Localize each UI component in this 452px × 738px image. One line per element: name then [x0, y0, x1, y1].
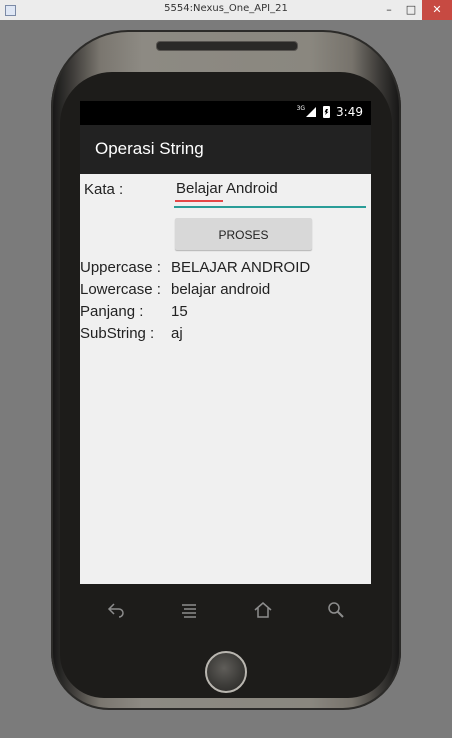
uppercase-label: Uppercase : [80, 259, 161, 276]
menu-icon[interactable] [173, 595, 205, 625]
hardware-nav-bar [80, 584, 371, 640]
app-content: Kata : Belajar Android PROSES Uppercase … [80, 174, 371, 584]
network-type: 3G [296, 104, 306, 112]
app-title: Operasi String [95, 139, 204, 158]
speaker-grille [156, 41, 298, 51]
lowercase-label: Lowercase : [80, 281, 161, 298]
home-icon[interactable] [247, 595, 279, 625]
kata-input-value[interactable]: Belajar Android [174, 180, 366, 197]
minimize-button[interactable]: – [378, 0, 400, 20]
result-lowercase-row: Lowercase : belajar android [80, 281, 371, 301]
result-uppercase-row: Uppercase : BELAJAR ANDROID [80, 259, 371, 279]
signal-icon [306, 107, 317, 117]
home-hardware-button[interactable] [205, 651, 247, 693]
action-bar: Operasi String [80, 125, 371, 174]
maximize-button[interactable]: □ [400, 0, 422, 20]
status-icons: 3G 3:49 [296, 104, 363, 120]
window-controls: – □ ✕ [378, 0, 452, 20]
status-bar: 3G 3:49 [80, 101, 371, 125]
spellcheck-underline [175, 200, 223, 202]
substring-value: aj [171, 325, 183, 342]
search-icon[interactable] [320, 595, 352, 625]
lowercase-value: belajar android [171, 281, 271, 298]
status-time: 3:49 [336, 105, 363, 119]
panjang-value: 15 [171, 303, 188, 320]
kata-input[interactable]: Belajar Android [174, 180, 366, 208]
window-titlebar: 5554:Nexus_One_API_21 – □ ✕ [0, 0, 452, 21]
result-panjang-row: Panjang : 15 [80, 303, 371, 323]
battery-charging-icon [323, 106, 331, 118]
close-button[interactable]: ✕ [422, 0, 452, 20]
result-substring-row: SubString : aj [80, 325, 371, 345]
uppercase-value: BELAJAR ANDROID [171, 259, 311, 276]
substring-label: SubString : [80, 325, 155, 342]
device-screen: 3G 3:49 Operasi String Kata : Belajar An… [80, 101, 371, 584]
input-label: Kata : [84, 181, 124, 198]
proses-button[interactable]: PROSES [175, 218, 312, 250]
panjang-label: Panjang : [80, 303, 144, 320]
back-icon[interactable] [100, 595, 132, 625]
